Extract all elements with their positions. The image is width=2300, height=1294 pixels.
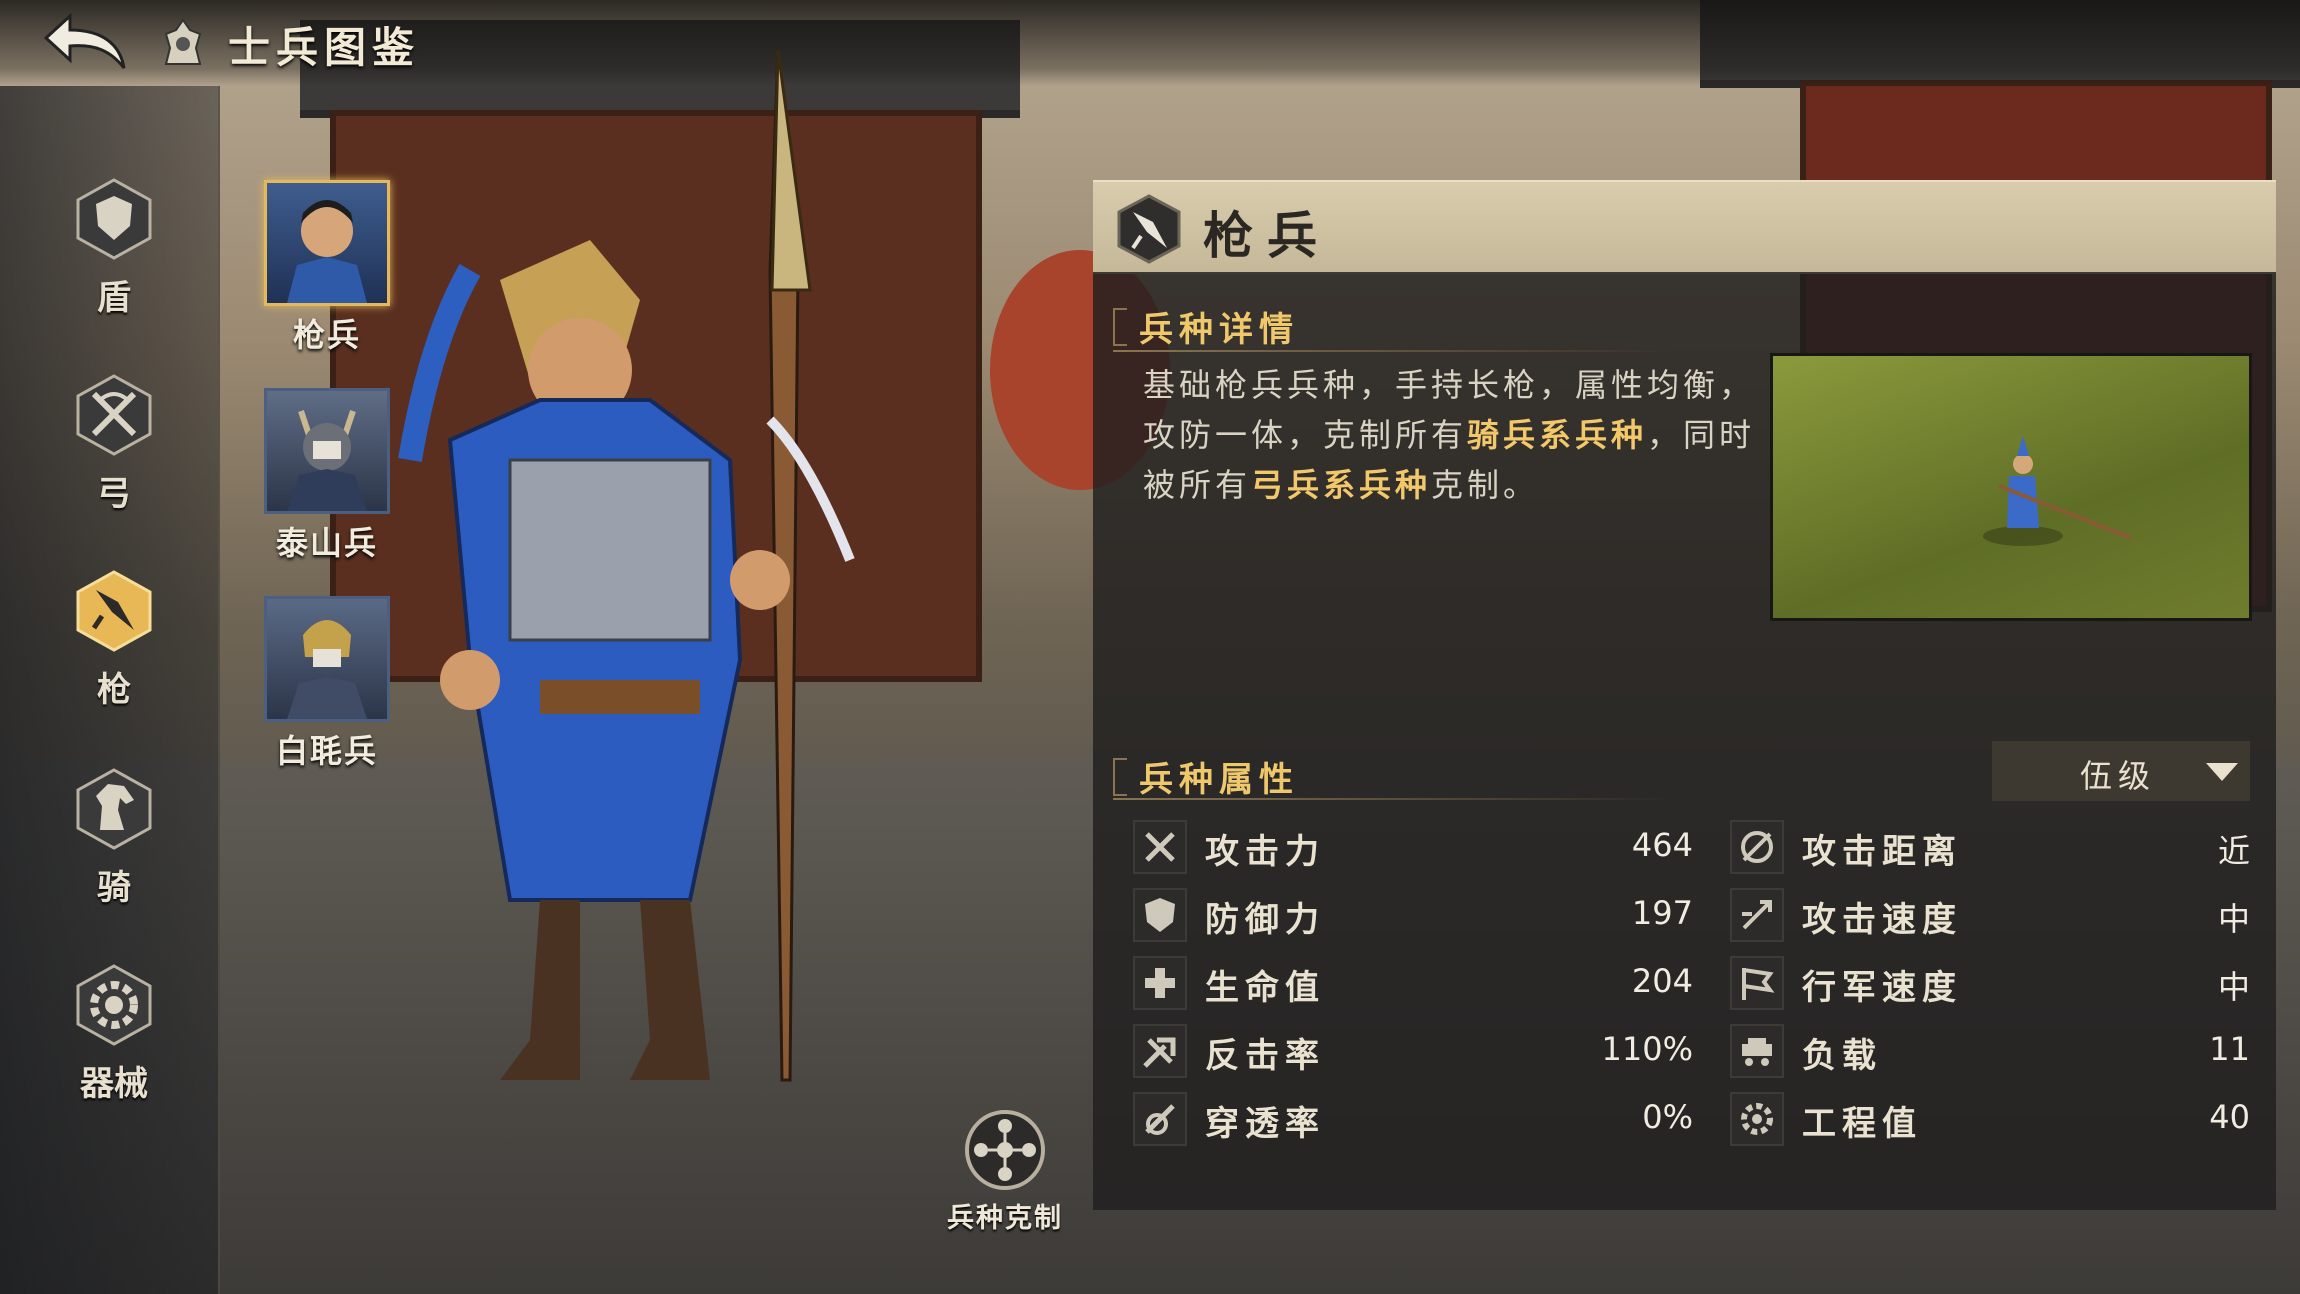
stat-label: 工程值 [1802,1104,1922,1144]
stat-attack-speed: 攻击速度 中 [1730,886,2250,942]
spearman-character-model [390,40,910,1120]
unit-portrait [264,180,390,306]
unit-name: 泰山兵 [275,524,378,562]
gear-icon [76,964,152,1046]
counter-wheel-icon [965,1110,1045,1190]
unit-portrait [264,388,390,514]
horse-icon [76,768,152,850]
unit-card-baier[interactable]: 白毦兵 [262,596,392,772]
stat-value: 中 [2217,900,2250,938]
stat-value: 464 [1631,826,1693,864]
stat-attack-range: 攻击距离 近 [1730,818,2250,874]
category-label: 弓 [97,474,131,514]
stat-penetration: 穿透率 0% [1133,1090,1693,1146]
stat-label: 攻击速度 [1802,900,1962,940]
shield-icon [1133,888,1187,942]
description-highlight: 弓兵系兵种 [1251,466,1432,504]
back-arrow-icon [43,12,126,69]
section-divider [1113,350,1673,352]
stat-counter-rate: 反击率 110% [1133,1022,1693,1078]
stat-label: 负载 [1802,1036,1882,1076]
unit-title: 枪兵 [1203,207,1331,265]
category-label: 骑 [97,868,131,908]
unit-name: 白毦兵 [275,732,378,770]
march-flag-icon [1730,956,1784,1010]
counter-attack-icon [1133,1024,1187,1078]
attributes-section-title: 兵种属性 [1113,752,1299,801]
stat-load: 负载 11 [1730,1022,2250,1078]
stat-engineering: 工程值 40 [1730,1090,2250,1146]
counter-button-label: 兵种克制 [947,1203,1063,1234]
stat-label: 攻击距离 [1802,832,1962,872]
level-value: 伍级 [2080,757,2157,795]
range-icon [1730,820,1784,874]
shield-icon [76,178,152,260]
stat-value: 110% [1601,1030,1693,1068]
level-select[interactable]: 伍级 [1992,741,2250,801]
stat-health: 生命值 204 [1133,954,1693,1010]
category-label: 枪 [97,670,131,710]
stat-attack: 攻击力 464 [1133,818,1693,874]
stat-label: 生命值 [1205,968,1325,1008]
category-bow[interactable]: 弓 [60,372,168,515]
crossed-swords-icon [1133,820,1187,874]
category-spear[interactable]: 枪 [60,568,168,711]
chevron-down-icon [2206,763,2238,781]
category-label: 器械 [80,1064,148,1104]
stat-label: 穿透率 [1205,1104,1325,1144]
stat-value: 近 [2217,832,2250,870]
description-highlight: 骑兵系兵种 [1467,416,1648,454]
health-cross-icon [1133,956,1187,1010]
stat-value: 中 [2217,968,2250,1006]
stat-value: 197 [1631,894,1693,932]
unit-preview-video[interactable] [1770,353,2252,621]
spear-icon [76,570,152,652]
category-siege[interactable]: 器械 [60,962,168,1105]
stat-label: 攻击力 [1205,832,1325,872]
crossed-bow-icon [76,374,152,456]
attack-speed-icon [1730,888,1784,942]
stat-value: 0% [1642,1098,1693,1136]
stat-label: 反击率 [1205,1036,1325,1076]
stat-label: 防御力 [1205,900,1325,940]
unit-description: 基础枪兵兵种，手持长枪，属性均衡，攻防一体，克制所有骑兵系兵种，同时被所有弓兵系… [1143,360,1773,510]
panel-header: 枪兵 [1093,180,2276,274]
details-section-title: 兵种详情 [1113,302,1299,351]
unit-portrait [264,596,390,722]
stat-defense: 防御力 197 [1133,886,1693,942]
category-shield[interactable]: 盾 [60,176,168,319]
soldier-helmet-icon [160,18,206,68]
stat-march-speed: 行军速度 中 [1730,954,2250,1010]
stat-label: 行军速度 [1802,968,1962,1008]
counter-relationship-button[interactable]: 兵种克制 [930,1108,1080,1234]
stat-value: 40 [2209,1098,2250,1136]
category-cavalry[interactable]: 骑 [60,766,168,909]
pierce-icon [1133,1092,1187,1146]
spear-icon [1117,194,1181,264]
engineering-gear-icon [1730,1092,1784,1146]
unit-card-taishan[interactable]: 泰山兵 [262,388,392,564]
unit-name: 枪兵 [292,316,361,354]
category-label: 盾 [97,278,131,318]
load-cart-icon [1730,1024,1784,1078]
description-text: 克制。 [1431,466,1540,504]
back-button[interactable] [40,10,136,74]
unit-card-spearman[interactable]: 枪兵 [262,180,392,356]
stat-value: 204 [1631,962,1693,1000]
section-divider [1113,798,1673,800]
stat-value: 11 [2209,1030,2250,1068]
